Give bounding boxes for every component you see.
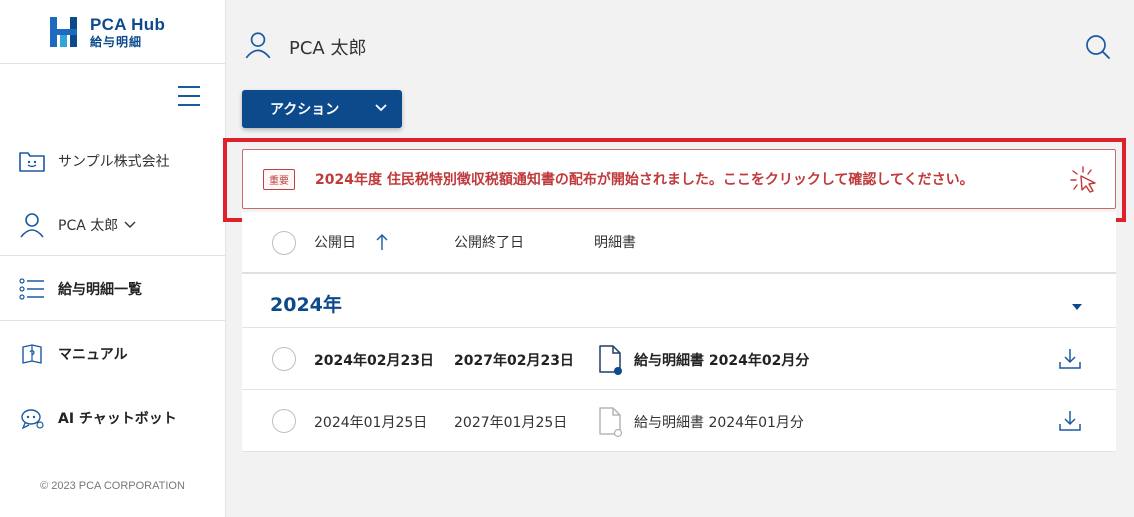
published-date: 2024年01月25日 [314,415,428,431]
sidebar-item-label: AI チャットボット [58,411,177,427]
hamburger-icon[interactable] [178,86,202,106]
important-badge: 重要 [263,168,295,190]
table-row[interactable]: 2024年02月23日 2027年02月23日 給与明細書 2024年02月分 [242,328,1116,390]
notice-text: 2024年度 住民税特別徴収税額通知書の配布が開始されました。ここをクリックして… [315,172,974,188]
sidebar-item-label: 給与明細一覧 [58,282,142,298]
app-logo[interactable]: PCA Hub 給与明細 [0,0,225,64]
end-date: 2027年01月25日 [454,415,568,431]
action-button-label: アクション [270,102,340,118]
document-name[interactable]: 給与明細書 2024年02月分 [634,350,809,370]
table-header: 公開日 公開終了日 明細書 [242,212,1116,274]
sidebar-item-manual[interactable]: マニュアル [0,339,225,369]
select-all-radio[interactable] [272,231,296,255]
year-group-header[interactable]: 2024年 [242,274,1116,328]
chevron-down-icon [124,217,136,233]
manual-icon [18,340,46,368]
table-row[interactable]: 2024年01月25日 2027年01月25日 給与明細書 2024年01月分 [242,390,1116,452]
sidebar-divider [0,320,225,321]
user-header: PCA 太郎 [243,30,366,64]
sidebar-item-payslips[interactable]: 給与明細一覧 [0,274,225,304]
download-icon[interactable] [1058,409,1082,437]
user-icon [243,30,273,64]
row-select-radio[interactable] [272,409,296,433]
document-read-icon [598,406,624,442]
folder-smile-icon [18,147,46,175]
column-header-published[interactable]: 公開日 [314,232,356,252]
column-header-end[interactable]: 公開終了日 [454,232,524,252]
sidebar-user-name: PCA 太郎 [58,218,119,234]
list-icon [18,275,46,303]
end-date: 2027年02月23日 [454,353,574,369]
row-select-radio[interactable] [272,347,296,371]
chatbot-icon [18,404,46,432]
click-pointer-icon [1069,165,1099,199]
sidebar-item-chatbot[interactable]: AI チャットボット [0,403,225,433]
pca-logo-mark [50,15,82,49]
sidebar-item-label: マニュアル [58,347,128,363]
download-icon[interactable] [1058,347,1082,375]
company-name: サンプル株式会社 [58,154,170,170]
search-icon[interactable] [1085,34,1111,60]
document-unread-icon [598,344,624,380]
year-group-label: 2024年 [270,294,342,316]
action-button[interactable]: アクション [242,90,402,128]
sidebar-company[interactable]: サンプル株式会社 [0,146,225,176]
logo-subtitle: 給与明細 [90,34,143,49]
logo-title: PCA Hub [90,14,166,34]
copyright: © 2023 PCA CORPORATION [40,480,185,492]
arrow-up-icon[interactable] [375,233,389,255]
published-date: 2024年02月23日 [314,353,434,369]
main-content: PCA 太郎 アクション 重要 2024年度 住民税特別徴収税額通知書の配布が開… [223,0,1134,517]
caret-down-icon[interactable] [1071,296,1083,315]
user-icon [18,211,46,239]
header-user-name: PCA 太郎 [289,38,367,59]
important-notice-banner[interactable]: 重要 2024年度 住民税特別徴収税額通知書の配布が開始されました。ここをクリッ… [242,149,1116,209]
sidebar: PCA Hub 給与明細 サンプル株式会社 PCA 太郎 給与明細一覧 マニュア [0,0,226,517]
payslip-table: 公開日 公開終了日 明細書 2024年 2024年02月23日 2027年02月… [242,212,1116,452]
column-header-document[interactable]: 明細書 [594,232,636,252]
sidebar-user-menu[interactable]: PCA 太郎 [0,210,225,240]
document-name[interactable]: 給与明細書 2024年01月分 [634,412,804,432]
chevron-down-icon [374,101,388,119]
sidebar-divider [0,255,225,256]
